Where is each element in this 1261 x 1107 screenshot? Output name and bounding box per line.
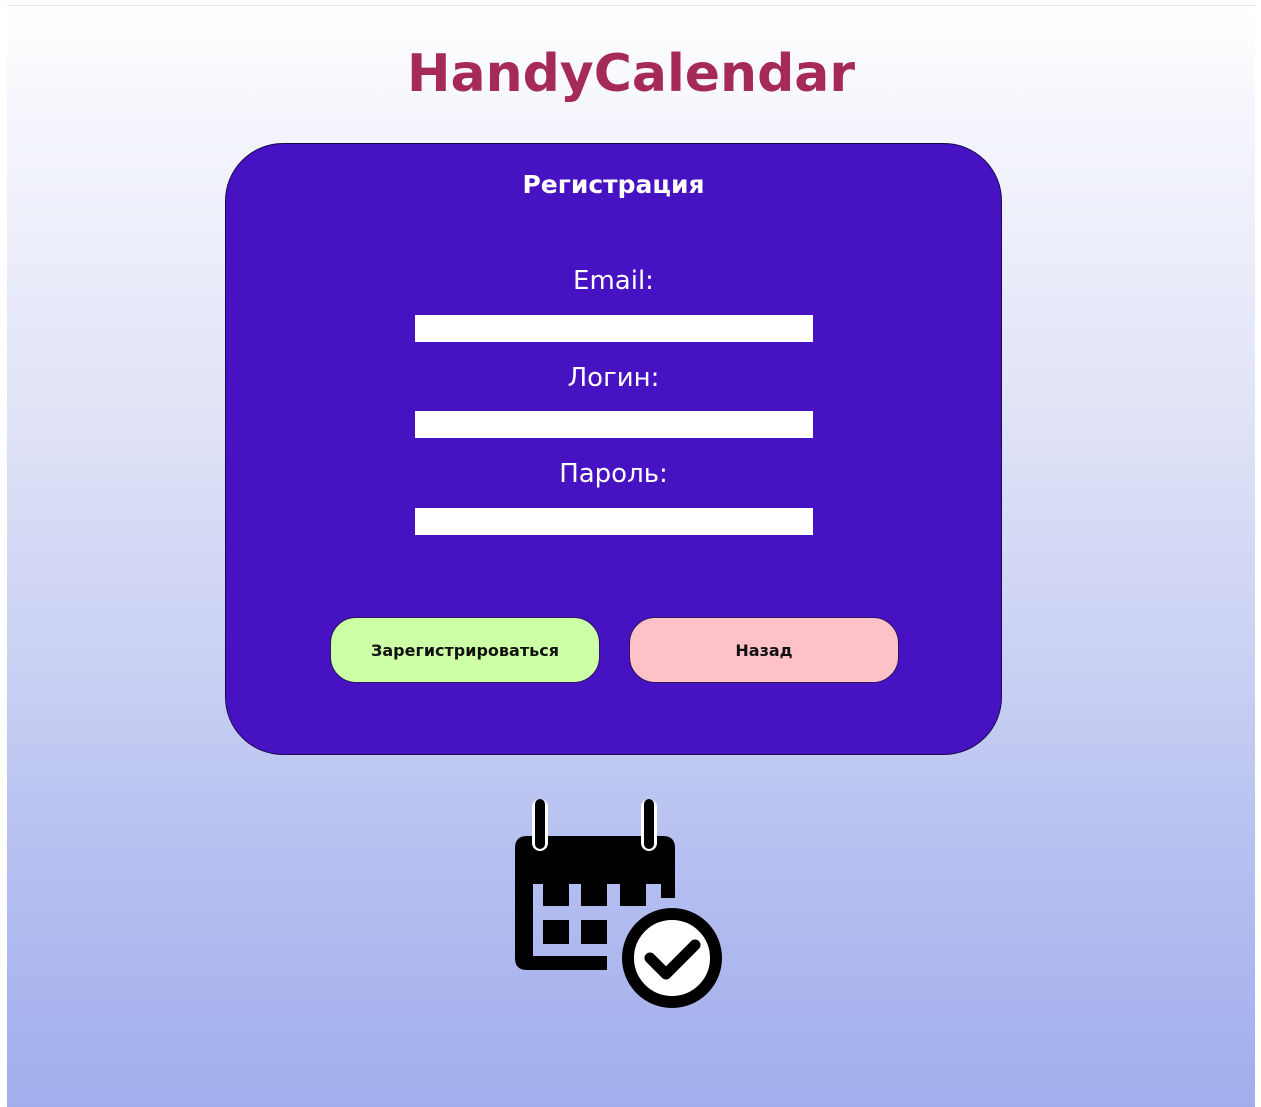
email-label: Email: <box>573 266 654 296</box>
page-background: HandyCalendar Регистрация Email: Логин: … <box>7 5 1255 1107</box>
back-button[interactable]: Назад <box>629 617 899 683</box>
register-button[interactable]: Зарегистрироваться <box>330 617 600 683</box>
registration-card: Регистрация Email: Логин: Пароль: Зареги… <box>225 143 1002 755</box>
form-title: Регистрация <box>522 170 705 199</box>
calendar-check-icon <box>515 799 722 1008</box>
app-title: HandyCalendar <box>406 44 856 104</box>
email-field[interactable] <box>415 315 813 342</box>
password-field[interactable] <box>415 508 813 535</box>
login-field[interactable] <box>415 411 813 438</box>
login-label: Логин: <box>567 363 660 393</box>
password-label: Пароль: <box>559 459 668 489</box>
